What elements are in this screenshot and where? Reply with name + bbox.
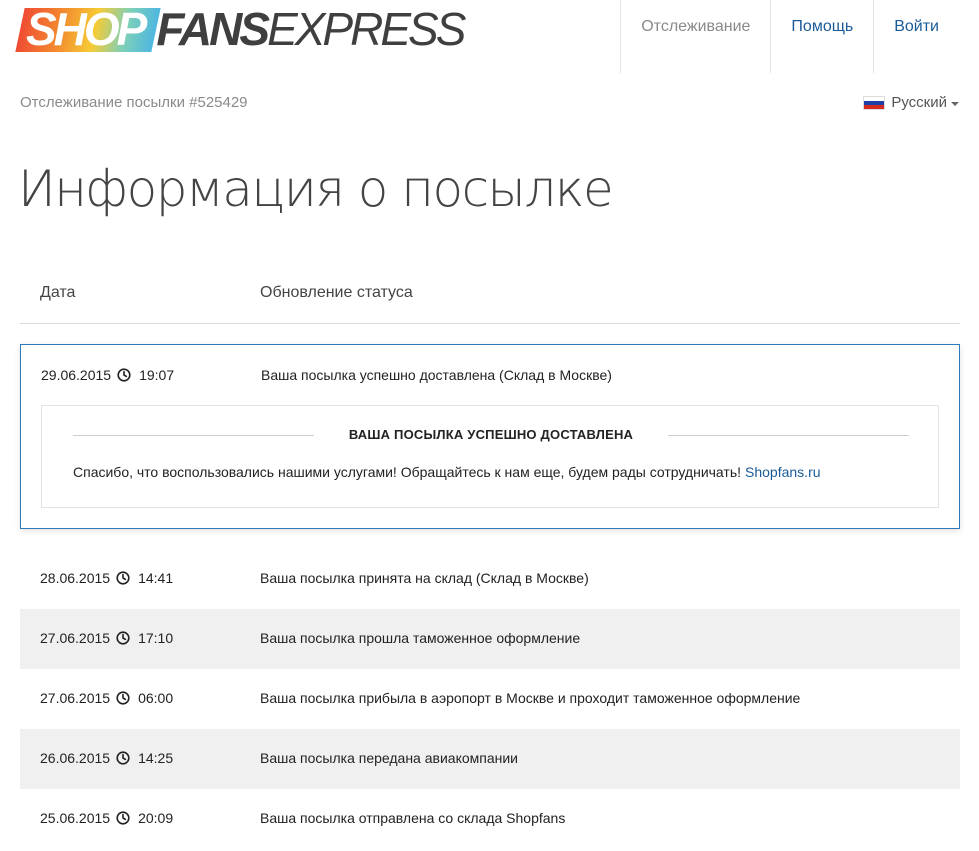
ru-flag-icon: [863, 95, 886, 110]
event-datetime: 27.06.2015 06:00: [40, 690, 173, 706]
breadcrumb: Отслеживание посылки #525429: [20, 94, 248, 111]
event-status: Ваша посылка прошла таможенное оформлени…: [260, 630, 581, 646]
language-label: Русский: [891, 94, 947, 111]
event-time: 20:09: [138, 810, 174, 826]
clock-icon: [116, 751, 130, 765]
event-card-expanded[interactable]: 29.06.2015 19:07 Ваша посылка успешно до…: [20, 344, 960, 529]
event-status: Ваша посылка успешно доставлена (Склад в…: [261, 367, 612, 383]
clock-icon: [116, 811, 130, 825]
column-header-date: Дата: [40, 284, 76, 301]
event-row[interactable]: 27.06.2015 17:10 Ваша посылка прошла там…: [20, 609, 960, 669]
event-date: 27.06.2015: [40, 630, 111, 646]
event-date: 27.06.2015: [40, 690, 111, 706]
nav-tracking[interactable]: Отслеживание: [620, 0, 770, 73]
event-date: 29.06.2015: [41, 367, 112, 383]
nav-login[interactable]: Войти: [873, 0, 959, 73]
event-time: 19:07: [139, 367, 175, 383]
logo-express-part: EXPRESS: [267, 3, 466, 55]
event-datetime: 26.06.2015 14:25: [40, 750, 173, 766]
event-row[interactable]: 26.06.2015 14:25 Ваша посылка передана а…: [20, 729, 960, 789]
shopfans-link[interactable]: Shopfans.ru: [745, 464, 821, 480]
clock-icon: [116, 631, 130, 645]
event-status: Ваша посылка отправлена со склада Shopfa…: [260, 810, 566, 826]
chevron-down-icon: [951, 101, 959, 106]
clock-icon: [116, 691, 130, 705]
page-title: Информация о посылке: [18, 160, 614, 218]
event-date: 28.06.2015: [40, 570, 111, 586]
event-row[interactable]: 25.06.2015 20:09 Ваша посылка отправлена…: [20, 789, 960, 849]
event-status: Ваша посылка прибыла в аэропорт в Москве…: [260, 690, 801, 706]
event-datetime: 25.06.2015 20:09: [40, 810, 173, 826]
delivery-detail-box: ВАША ПОСЫЛКА УСПЕШНО ДОСТАВЛЕНА Спасибо,…: [41, 405, 939, 508]
event-status: Ваша посылка передана авиакомпании: [260, 750, 518, 766]
event-date: 25.06.2015: [40, 810, 111, 826]
event-time: 14:41: [138, 570, 174, 586]
language-selector[interactable]: Русский: [863, 94, 959, 111]
event-time: 17:10: [138, 630, 174, 646]
delivery-message-text: Спасибо, что воспользовались нашими услу…: [73, 464, 742, 480]
event-datetime: 27.06.2015 17:10: [40, 630, 173, 646]
event-date: 26.06.2015: [40, 750, 111, 766]
clock-icon: [116, 571, 130, 585]
event-datetime: 28.06.2015 14:41: [40, 570, 173, 586]
event-time: 14:25: [138, 750, 174, 766]
event-time: 06:00: [138, 690, 174, 706]
column-header-status: Обновление статуса: [260, 284, 413, 301]
event-status: Ваша посылка принята на склад (Склад в М…: [260, 570, 589, 586]
logo-fans-part: FANS: [156, 3, 270, 55]
clock-icon: [117, 368, 131, 382]
top-navigation: Отслеживание Помощь Войти: [620, 0, 959, 73]
event-row[interactable]: 28.06.2015 14:41 Ваша посылка принята на…: [20, 549, 960, 609]
shopfans-express-logo[interactable]: SHOP FANS EXPRESS: [15, 3, 466, 55]
delivery-detail-message: Спасибо, что воспользовались нашими услу…: [73, 464, 821, 480]
logo-shop-part: SHOP: [15, 6, 161, 52]
nav-help[interactable]: Помощь: [770, 0, 873, 73]
divider-right: [668, 435, 909, 436]
header-divider: [20, 323, 960, 324]
event-row[interactable]: 27.06.2015 06:00 Ваша посылка прибыла в …: [20, 669, 960, 729]
event-datetime: 29.06.2015 19:07: [41, 367, 174, 383]
